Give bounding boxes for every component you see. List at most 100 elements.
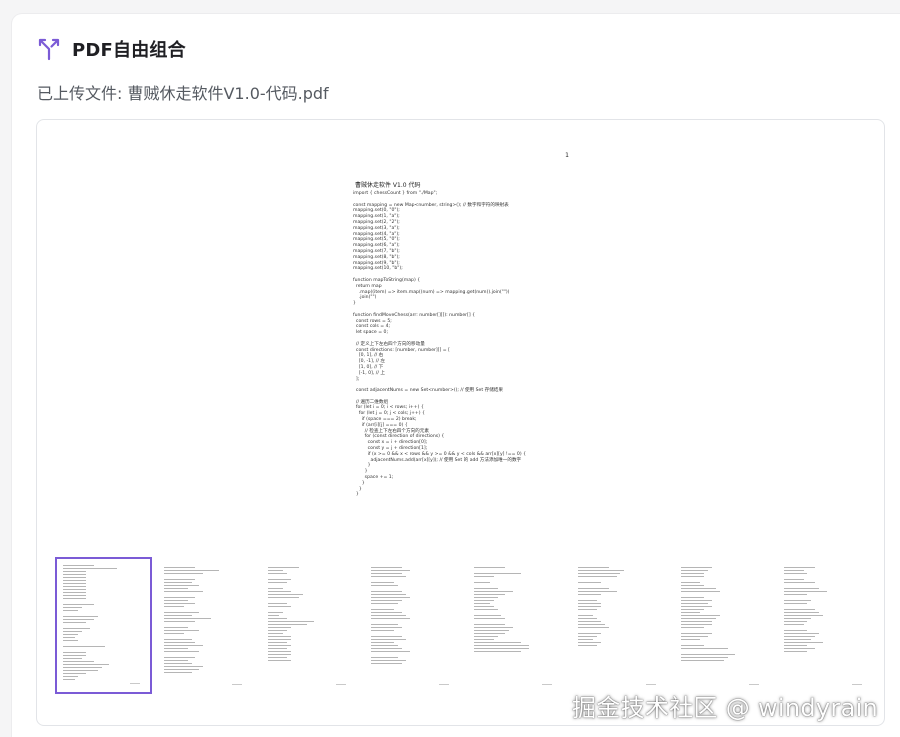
thumbnail-text-line: [474, 597, 498, 598]
thumbnail-text-line: [680, 612, 701, 613]
thumbnail-text-line: [680, 597, 705, 598]
thumbnail-text-line: [63, 658, 83, 659]
thumbnail-content: [474, 567, 552, 654]
pdf-page-preview: 1 曹贼休走软件 V1.0 代码 import { chessCount } f…: [337, 144, 582, 534]
pdf-viewer: 1 曹贼休走软件 V1.0 代码 import { chessCount } f…: [36, 119, 885, 726]
thumbnail-text-line: [164, 648, 188, 649]
page-thumbnail[interactable]: [674, 561, 769, 693]
thumbnail-text-line: [63, 616, 98, 617]
thumbnail-text-line: [164, 600, 188, 601]
thumbnail-text-line: [474, 636, 498, 637]
thumbnail-text-line: [370, 591, 403, 592]
thumbnail-text-line: [370, 645, 399, 646]
thumbnail-text-line: [164, 672, 192, 673]
thumbnail-text-line: [680, 615, 720, 616]
thumbnail-text-line: [63, 577, 87, 578]
thumbnail-text-line: [784, 588, 820, 589]
thumbnail-text-line: [63, 637, 75, 638]
thumbnail-text-line: [577, 624, 605, 625]
uploaded-file-label: 已上传文件: 曹贼休走软件V1.0-代码.pdf: [37, 84, 329, 103]
page-thumbnail[interactable]: [261, 561, 356, 693]
thumbnail-text-line: [164, 630, 200, 631]
thumbnail-text-line: [63, 667, 102, 668]
thumbnail-text-line: [164, 642, 196, 643]
thumbnail-text-line: [370, 594, 406, 595]
thumbnail-text-line: [267, 606, 291, 607]
thumbnail-text-line: [474, 576, 494, 577]
thumbnail-text-line: [164, 615, 192, 616]
thumbnail-text-line: [370, 570, 410, 571]
thumbnail-footer: [232, 684, 243, 685]
page-thumbnail[interactable]: [55, 557, 152, 694]
page-thumbnail[interactable]: [158, 561, 253, 693]
thumbnail-text-line: [784, 579, 804, 580]
thumbnail-text-line: [267, 612, 284, 613]
thumbnail-text-line: [370, 600, 403, 601]
document-title: 曹贼休走软件 V1.0 代码: [355, 182, 421, 189]
thumbnail-text-line: [577, 606, 601, 607]
thumbnail-text-line: [474, 627, 514, 628]
thumbnail-footer: [748, 684, 759, 685]
merge-arrows-icon: [36, 36, 62, 62]
thumbnail-text-line: [680, 627, 705, 628]
thumbnail-text-line: [63, 568, 117, 569]
thumbnail-text-line: [63, 592, 87, 593]
thumbnail-text-line: [370, 618, 410, 619]
thumbnail-text-line: [164, 606, 184, 607]
thumbnail-text-line: [577, 609, 597, 610]
thumbnail-text-line: [784, 636, 816, 637]
thumbnail-text-line: [164, 651, 200, 652]
thumbnail-text-line: [680, 648, 728, 649]
page-thumbnail[interactable]: [571, 561, 666, 693]
thumbnail-text-line: [267, 633, 284, 634]
thumbnail-text-line: [577, 627, 609, 628]
thumbnail-text-line: [680, 588, 716, 589]
thumbnail-text-line: [63, 679, 75, 680]
thumbnail-text-line: [784, 567, 816, 568]
thumbnail-content: [577, 567, 656, 648]
thumbnail-text-line: [577, 591, 617, 592]
page-thumbnail[interactable]: [468, 561, 563, 693]
thumbnail-text-line: [267, 573, 288, 574]
thumbnail-text-line: [63, 622, 87, 623]
thumbnail-text-line: [164, 612, 200, 613]
thumbnail-text-line: [577, 642, 601, 643]
thumbnail-text-line: [577, 576, 617, 577]
thumbnail-text-line: [267, 648, 288, 649]
thumbnail-text-line: [577, 633, 601, 634]
thumbnail-text-line: [784, 642, 824, 643]
thumbnail-text-line: [474, 567, 506, 568]
page-thumbnail[interactable]: [778, 561, 873, 693]
thumbnail-text-line: [370, 648, 403, 649]
page-thumbnail[interactable]: [364, 561, 459, 693]
thumbnail-text-line: [164, 666, 204, 667]
thumbnail-text-line: [63, 640, 79, 641]
thumbnail-text-line: [474, 588, 498, 589]
thumbnail-strip: [55, 557, 873, 697]
thumbnail-text-line: [164, 567, 196, 568]
thumbnail-text-line: [164, 669, 200, 670]
thumbnail-text-line: [370, 657, 399, 658]
thumbnail-text-line: [577, 615, 594, 616]
thumbnail-text-line: [267, 627, 291, 628]
thumbnail-text-line: [680, 609, 705, 610]
thumbnail-text-line: [267, 636, 291, 637]
thumbnail-text-line: [63, 673, 87, 674]
thumbnail-text-line: [267, 624, 307, 625]
thumbnail-text-line: [784, 648, 816, 649]
thumbnail-text-line: [267, 567, 299, 568]
thumbnail-text-line: [680, 624, 712, 625]
thumbnail-text-line: [680, 600, 712, 601]
thumbnail-footer: [852, 684, 863, 685]
thumbnail-text-line: [577, 603, 601, 604]
thumbnail-text-line: [63, 664, 110, 665]
thumbnail-text-line: [474, 645, 529, 646]
thumbnail-text-line: [267, 651, 291, 652]
thumbnail-text-line: [267, 654, 291, 655]
thumbnail-text-line: [63, 661, 94, 662]
thumbnail-text-line: [474, 606, 494, 607]
thumbnail-text-line: [680, 654, 736, 655]
thumbnail-text-line: [784, 609, 816, 610]
thumbnail-text-line: [164, 618, 212, 619]
thumbnail-text-line: [474, 594, 506, 595]
